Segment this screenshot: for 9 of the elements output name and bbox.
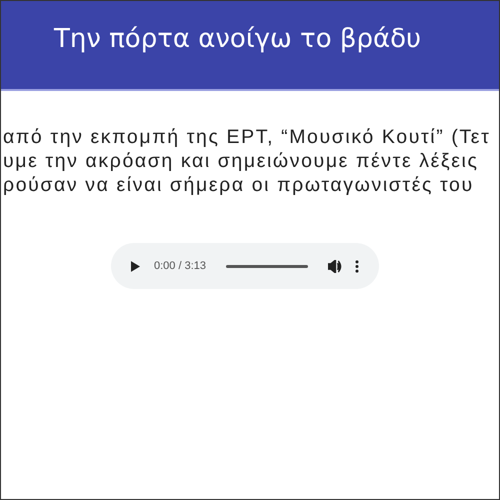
seek-bar[interactable] bbox=[226, 264, 308, 268]
more-options-icon[interactable] bbox=[355, 260, 359, 272]
time-display: 0:00 / 3:13 bbox=[154, 260, 206, 272]
text-line: από την εκπομπή της ΕΡΤ, “Μουσικό Κουτί” (Τετ bbox=[3, 125, 492, 149]
play-icon[interactable] bbox=[131, 260, 140, 272]
volume-icon[interactable] bbox=[328, 260, 343, 272]
page-title: Την πόρτα ανοίγω το βράδυ bbox=[54, 24, 422, 54]
text-line: υμε την ακρόαση και σημειώνουμε πέντε λέξεις bbox=[3, 149, 480, 173]
text-line: ρούσαν να είναι σήμερα οι πρωταγωνιστές του bbox=[3, 173, 475, 197]
